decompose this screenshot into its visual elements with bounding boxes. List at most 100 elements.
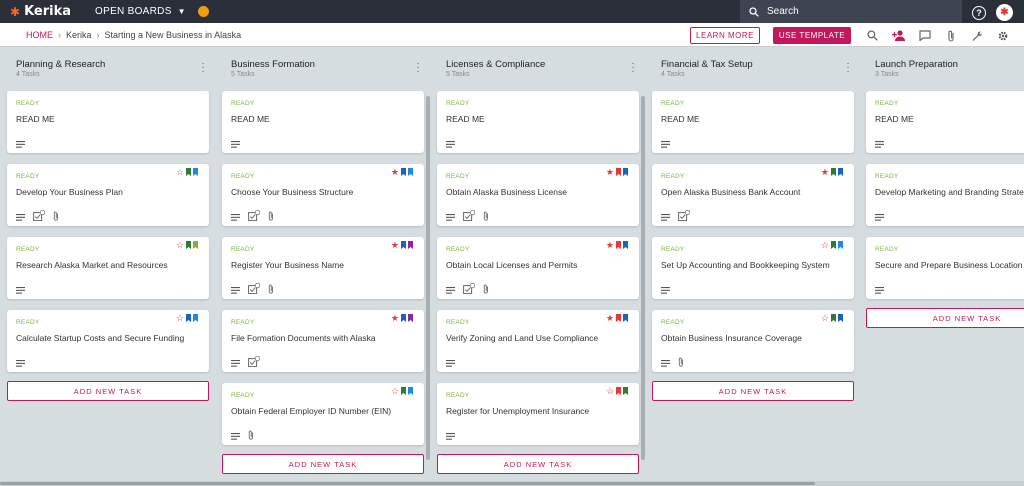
task-title[interactable]: Obtain Federal Employer ID Number (EIN) bbox=[231, 406, 391, 416]
task-card[interactable]: READY Obtain Business Insurance Coverage ☆ bbox=[652, 310, 854, 372]
learn-more-button[interactable]: LEARN MORE bbox=[690, 27, 760, 44]
open-boards-label: OPEN BOARDS bbox=[95, 6, 172, 17]
task-card[interactable]: READY READ ME bbox=[866, 91, 1024, 153]
task-status: READY bbox=[231, 173, 255, 180]
task-card[interactable]: READY File Formation Documents with Alask… bbox=[222, 310, 424, 372]
search-icon[interactable] bbox=[866, 29, 879, 42]
star-icon[interactable]: ★ bbox=[606, 168, 614, 177]
task-card[interactable]: READY Set Up Accounting and Bookkeeping S… bbox=[652, 237, 854, 299]
star-icon[interactable]: ★ bbox=[391, 314, 399, 323]
attachment-icon bbox=[268, 281, 274, 299]
star-icon[interactable]: ☆ bbox=[176, 168, 184, 177]
star-icon[interactable]: ★ bbox=[606, 314, 614, 323]
add-new-task-button[interactable]: ADD NEW TASK bbox=[7, 381, 209, 401]
star-icon[interactable]: ☆ bbox=[391, 387, 399, 396]
breadcrumb-org[interactable]: Kerika bbox=[66, 30, 92, 40]
task-status: READY bbox=[16, 173, 40, 180]
task-title[interactable]: Choose Your Business Structure bbox=[231, 187, 353, 197]
task-card[interactable]: READY Obtain Federal Employer ID Number (… bbox=[222, 383, 424, 445]
column-menu-icon[interactable]: · · · bbox=[416, 59, 420, 77]
task-title[interactable]: Open Alaska Business Bank Account bbox=[661, 187, 800, 197]
column-title[interactable]: Business Formation bbox=[231, 59, 427, 71]
description-icon bbox=[16, 354, 25, 372]
task-title[interactable]: Verify Zoning and Land Use Compliance bbox=[446, 333, 598, 343]
column-title[interactable]: Financial & Tax Setup bbox=[661, 59, 857, 71]
settings-gear-icon[interactable] bbox=[996, 29, 1009, 42]
kerika-logo[interactable]: ✱ Kerika bbox=[10, 4, 71, 19]
column-scrollbar[interactable] bbox=[426, 96, 430, 460]
user-avatar[interactable]: ✱ bbox=[996, 4, 1013, 21]
column-title[interactable]: Planning & Research bbox=[16, 59, 212, 71]
star-icon[interactable]: ☆ bbox=[821, 314, 829, 323]
star-icon[interactable]: ★ bbox=[391, 241, 399, 250]
open-boards-menu[interactable]: OPEN BOARDS ▼ bbox=[95, 6, 186, 17]
task-card[interactable]: READY Choose Your Business Structure ★ bbox=[222, 164, 424, 226]
add-user-icon[interactable] bbox=[892, 29, 905, 42]
task-card[interactable]: READY Calculate Startup Costs and Secure … bbox=[7, 310, 209, 372]
task-title[interactable]: File Formation Documents with Alaska bbox=[231, 333, 376, 343]
task-card[interactable]: READY Open Alaska Business Bank Account ★ bbox=[652, 164, 854, 226]
bookmark-tag-icon bbox=[186, 241, 191, 249]
task-card[interactable]: READY READ ME bbox=[652, 91, 854, 153]
task-title[interactable]: READ ME bbox=[231, 114, 270, 124]
add-new-task-button[interactable]: ADD NEW TASK bbox=[222, 454, 424, 474]
task-title[interactable]: Calculate Startup Costs and Secure Fundi… bbox=[16, 333, 184, 343]
column-title[interactable]: Licenses & Compliance bbox=[446, 59, 642, 71]
task-card[interactable]: READY Develop Your Business Plan ☆ bbox=[7, 164, 209, 226]
help-icon[interactable]: ? bbox=[972, 5, 986, 20]
task-status: READY bbox=[875, 246, 899, 253]
attachment-icon[interactable] bbox=[944, 29, 957, 42]
add-new-task-button[interactable]: ADD NEW TASK bbox=[866, 308, 1024, 328]
task-title[interactable]: Develop Your Business Plan bbox=[16, 187, 123, 197]
add-new-task-button[interactable]: ADD NEW TASK bbox=[437, 454, 639, 474]
task-title[interactable]: Register Your Business Name bbox=[231, 260, 344, 270]
wrench-icon[interactable] bbox=[970, 29, 983, 42]
task-card[interactable]: READY Secure and Prepare Business Locatio… bbox=[866, 237, 1024, 299]
add-new-task-button[interactable]: ADD NEW TASK bbox=[652, 381, 854, 401]
task-tags: ☆ bbox=[821, 241, 843, 250]
star-icon[interactable]: ☆ bbox=[176, 314, 184, 323]
star-icon[interactable]: ★ bbox=[606, 241, 614, 250]
task-title[interactable]: Develop Marketing and Branding Strategy bbox=[875, 187, 1024, 197]
task-title[interactable]: Set Up Accounting and Bookkeeping System bbox=[661, 260, 830, 270]
star-icon[interactable]: ★ bbox=[821, 168, 829, 177]
column-menu-icon[interactable]: · · · bbox=[846, 59, 850, 77]
column-title[interactable]: Launch Preparation bbox=[875, 59, 1024, 71]
search-box[interactable]: Search bbox=[740, 0, 962, 23]
breadcrumb-home[interactable]: HOME bbox=[26, 30, 53, 40]
task-title[interactable]: Secure and Prepare Business Location bbox=[875, 260, 1022, 270]
task-title[interactable]: Obtain Local Licenses and Permits bbox=[446, 260, 577, 270]
task-card[interactable]: READY Research Alaska Market and Resource… bbox=[7, 237, 209, 299]
task-card[interactable]: READY Register Your Business Name ★ bbox=[222, 237, 424, 299]
task-status: READY bbox=[231, 246, 255, 253]
task-card[interactable]: READY Obtain Alaska Business License ★ bbox=[437, 164, 639, 226]
task-card[interactable]: READY Develop Marketing and Branding Stra… bbox=[866, 164, 1024, 226]
star-icon[interactable]: ☆ bbox=[176, 241, 184, 250]
task-card[interactable]: READY Verify Zoning and Land Use Complian… bbox=[437, 310, 639, 372]
task-title[interactable]: READ ME bbox=[875, 114, 914, 124]
task-card[interactable]: READY READ ME bbox=[7, 91, 209, 153]
task-card[interactable]: READY Obtain Local Licenses and Permits ★ bbox=[437, 237, 639, 299]
column-scrollbar[interactable] bbox=[641, 96, 645, 460]
task-card[interactable]: READY READ ME bbox=[222, 91, 424, 153]
horizontal-scroll-thumb[interactable] bbox=[0, 482, 815, 485]
star-icon[interactable]: ☆ bbox=[821, 241, 829, 250]
task-status: READY bbox=[446, 392, 470, 399]
notification-icon[interactable] bbox=[197, 6, 209, 17]
task-title[interactable]: READ ME bbox=[446, 114, 485, 124]
chat-icon[interactable] bbox=[918, 29, 931, 42]
task-card[interactable]: READY READ ME bbox=[437, 91, 639, 153]
task-title[interactable]: READ ME bbox=[661, 114, 700, 124]
task-title[interactable]: Obtain Alaska Business License bbox=[446, 187, 567, 197]
task-title[interactable]: Research Alaska Market and Resources bbox=[16, 260, 168, 270]
column-menu-icon[interactable]: · · · bbox=[631, 59, 635, 77]
star-icon[interactable]: ☆ bbox=[606, 387, 614, 396]
use-template-button[interactable]: USE TEMPLATE bbox=[773, 27, 851, 44]
horizontal-scrollbar[interactable] bbox=[0, 481, 1024, 486]
star-icon[interactable]: ★ bbox=[391, 168, 399, 177]
task-card[interactable]: READY Register for Unemployment Insurance… bbox=[437, 383, 639, 445]
task-title[interactable]: READ ME bbox=[16, 114, 55, 124]
column-menu-icon[interactable]: · · · bbox=[201, 59, 205, 77]
task-title[interactable]: Register for Unemployment Insurance bbox=[446, 406, 589, 416]
task-title[interactable]: Obtain Business Insurance Coverage bbox=[661, 333, 802, 343]
